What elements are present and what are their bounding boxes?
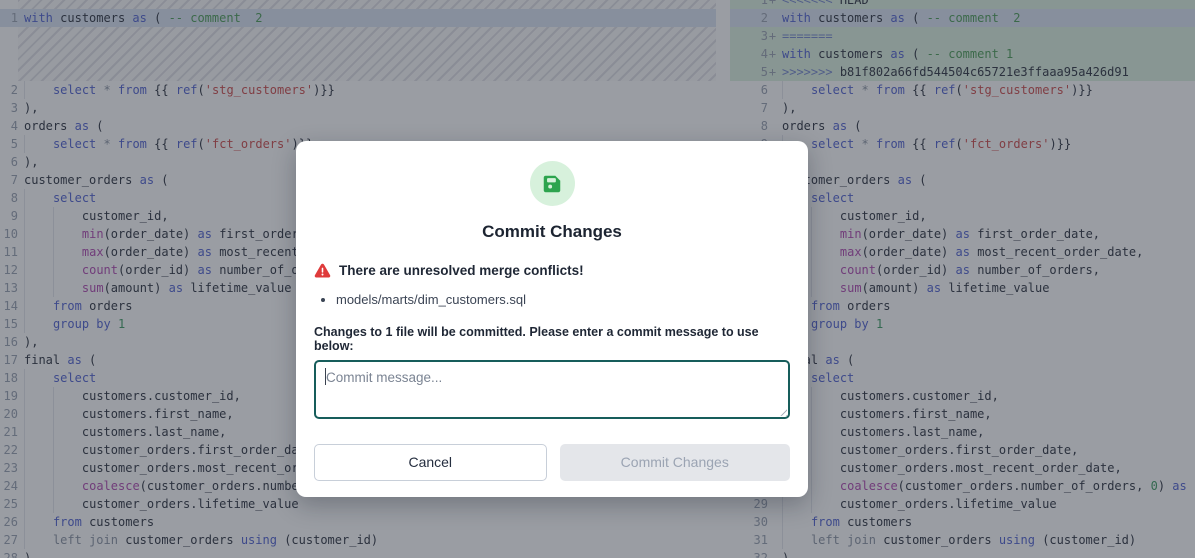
commit-message-input[interactable] bbox=[314, 360, 790, 419]
commit-changes-modal: Commit Changes There are unresolved merg… bbox=[296, 141, 808, 497]
warning-triangle-icon bbox=[314, 262, 331, 279]
text-caret bbox=[325, 368, 326, 385]
commit-changes-button[interactable]: Commit Changes bbox=[560, 444, 791, 481]
modal-title: Commit Changes bbox=[314, 222, 790, 242]
ide-screen: 1with customers as ( -- comment 22 selec… bbox=[0, 0, 1195, 558]
commit-message-field bbox=[314, 360, 790, 419]
save-icon bbox=[530, 161, 575, 206]
cancel-button[interactable]: Cancel bbox=[314, 444, 547, 481]
commit-message-label: Changes to 1 file will be committed. Ple… bbox=[314, 325, 790, 353]
merge-conflict-warning: There are unresolved merge conflicts! bbox=[314, 262, 790, 279]
conflict-file-list: models/marts/dim_customers.sql bbox=[314, 291, 790, 310]
conflict-file-item: models/marts/dim_customers.sql bbox=[336, 291, 790, 310]
warning-text: There are unresolved merge conflicts! bbox=[339, 263, 584, 278]
modal-buttons: Cancel Commit Changes bbox=[314, 444, 790, 481]
